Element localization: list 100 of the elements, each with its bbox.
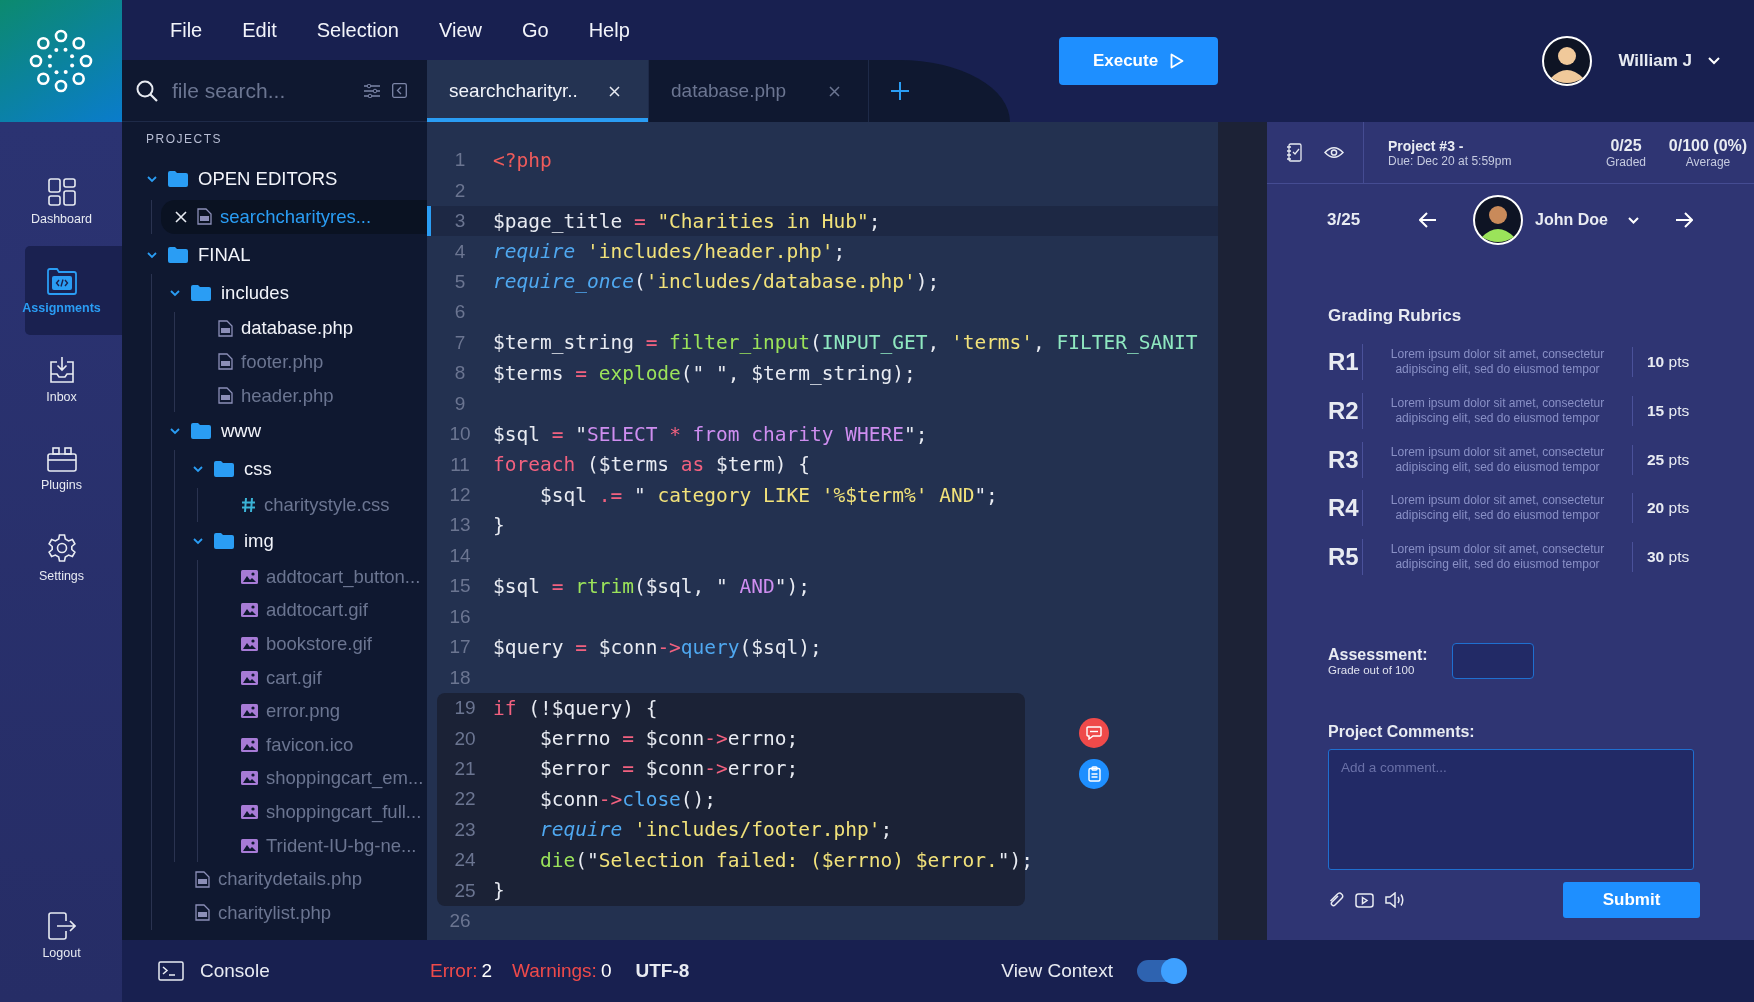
avatar [1473, 195, 1523, 245]
tree-folder[interactable]: www [169, 412, 427, 451]
menu-item[interactable]: Go [522, 18, 549, 42]
nav-item[interactable]: Dashboard [25, 157, 122, 246]
menu-item[interactable]: File [170, 18, 203, 42]
grade-field[interactable] [1451, 643, 1534, 680]
code-line: $sql .= " category LIKE '%$term%' AND"; [538, 483, 998, 507]
tree-file[interactable]: shoppingcart_full... [215, 795, 427, 829]
folder-icon [191, 284, 211, 301]
plugin-icon [46, 445, 77, 472]
caret-icon[interactable] [1627, 216, 1639, 224]
hash-icon [241, 497, 256, 514]
tree-folder[interactable]: includes [169, 273, 427, 312]
rubric-points: 10 pts [1646, 353, 1690, 372]
error-label: Error: [430, 960, 478, 982]
section-heading: PROJECTS [146, 132, 223, 148]
code-line: } [493, 879, 505, 903]
code-line: $errno = $conn->errno; [538, 727, 799, 751]
image-icon [241, 804, 258, 819]
arrow-right-icon[interactable] [1674, 212, 1693, 228]
menu-item[interactable]: Selection [316, 18, 399, 42]
arrow-left-icon[interactable] [1419, 212, 1437, 228]
logout-button[interactable]: Logout [25, 891, 122, 980]
search-field[interactable]: file search... [170, 77, 352, 104]
line-number: 21 [453, 757, 477, 780]
user-name[interactable]: William J [1618, 51, 1692, 71]
line-number: 8 [453, 362, 467, 385]
tree-folder[interactable]: css [192, 450, 427, 489]
play-icon [1170, 53, 1185, 69]
chevron-icon[interactable] [146, 173, 158, 185]
logout-icon [47, 911, 76, 940]
tree-file[interactable]: charitylist.php [169, 895, 427, 930]
nav-item[interactable]: Plugins [25, 424, 122, 513]
code-line: require 'includes/footer.php'; [538, 818, 893, 842]
line-number: 19 [453, 697, 477, 720]
line-number: 17 [448, 636, 472, 659]
tree-file[interactable]: error.png [215, 694, 427, 728]
menu-item[interactable]: View [439, 18, 482, 42]
search-icon[interactable] [136, 79, 158, 102]
console-icon[interactable] [158, 961, 184, 981]
notebook-icon[interactable] [1286, 143, 1302, 162]
line-number: 20 [453, 727, 477, 750]
video-icon[interactable] [1355, 892, 1374, 908]
tree-file[interactable]: bookstore.gif [215, 627, 427, 661]
menu-item[interactable]: Edit [242, 18, 277, 42]
tree-file[interactable]: Trident-IU-bg-ne... [215, 828, 427, 863]
tree-folder[interactable]: OPEN EDITORS [146, 160, 427, 198]
nav-item[interactable]: Settings [25, 513, 122, 602]
tree-file[interactable]: charitystyle.css [215, 488, 427, 522]
tree-file[interactable]: footer.php [192, 345, 427, 379]
warnings-label: Warnings: [512, 960, 597, 982]
folder-icon [168, 246, 188, 263]
comments-label: Project Comments: [1328, 723, 1476, 742]
tree-file[interactable]: addtocart.gif [215, 593, 427, 628]
collapse-icon[interactable] [392, 83, 407, 98]
tree-file[interactable]: addtocart_button... [215, 559, 427, 594]
editor-tab[interactable]: searchcharityr.. [427, 60, 649, 122]
toggle-switch[interactable] [1136, 960, 1185, 982]
menu-item[interactable]: Help [588, 18, 630, 42]
filter-icon[interactable] [364, 83, 380, 98]
tree-file[interactable]: favicon.ico [215, 727, 427, 762]
tree-folder[interactable]: img [192, 521, 427, 560]
code-folder-icon [46, 266, 77, 295]
tree-folder[interactable]: FINAL [146, 235, 427, 274]
plus-icon[interactable] [891, 82, 909, 100]
image-icon [241, 636, 258, 651]
line-number: 13 [448, 514, 472, 537]
tree-file[interactable]: charitydetails.php [169, 862, 427, 896]
code-line: $page_title = "Charities in Hub"; [493, 209, 881, 233]
console-label[interactable]: Console [200, 960, 430, 982]
code-line: $terms = explode(" ", $term_string); [493, 361, 916, 385]
tree-file[interactable]: searchcharityres... [161, 200, 427, 234]
php-file-icon [197, 208, 212, 226]
avatar[interactable] [1542, 36, 1593, 86]
student-position: 3/25 [1327, 210, 1362, 230]
student-name[interactable]: John Doe [1535, 211, 1608, 229]
due-date: Due: Dec 20 at 5:59pm [1388, 153, 1513, 168]
eye-icon[interactable] [1324, 146, 1344, 159]
comment-field[interactable]: Add a comment... [1328, 749, 1694, 871]
dashboard-icon [47, 177, 76, 206]
line-number: 22 [453, 788, 477, 811]
tree-file[interactable]: database.php [192, 311, 427, 346]
image-icon [241, 771, 258, 786]
line-number: 18 [448, 666, 472, 689]
speaker-icon[interactable] [1385, 892, 1405, 909]
rubrics-heading: Grading Rubrics [1328, 306, 1463, 326]
tree-file[interactable]: header.php [192, 378, 427, 413]
logo-icon [28, 28, 94, 94]
graded-count: 0/25 [1610, 136, 1642, 155]
tree-file[interactable]: cart.gif [215, 660, 427, 695]
tree-file[interactable]: shoppingcart_em... [215, 761, 427, 796]
paperclip-icon[interactable] [1328, 892, 1344, 909]
assessment-label: Assessment: [1328, 646, 1428, 665]
line-number: 26 [448, 910, 472, 933]
clipboard-button[interactable] [1079, 759, 1109, 789]
rubric-id: R3 [1328, 441, 1363, 478]
nav-item[interactable]: Inbox [25, 335, 122, 424]
comment-button[interactable] [1079, 718, 1109, 748]
image-icon [241, 838, 258, 853]
caret-icon[interactable] [1708, 57, 1720, 65]
